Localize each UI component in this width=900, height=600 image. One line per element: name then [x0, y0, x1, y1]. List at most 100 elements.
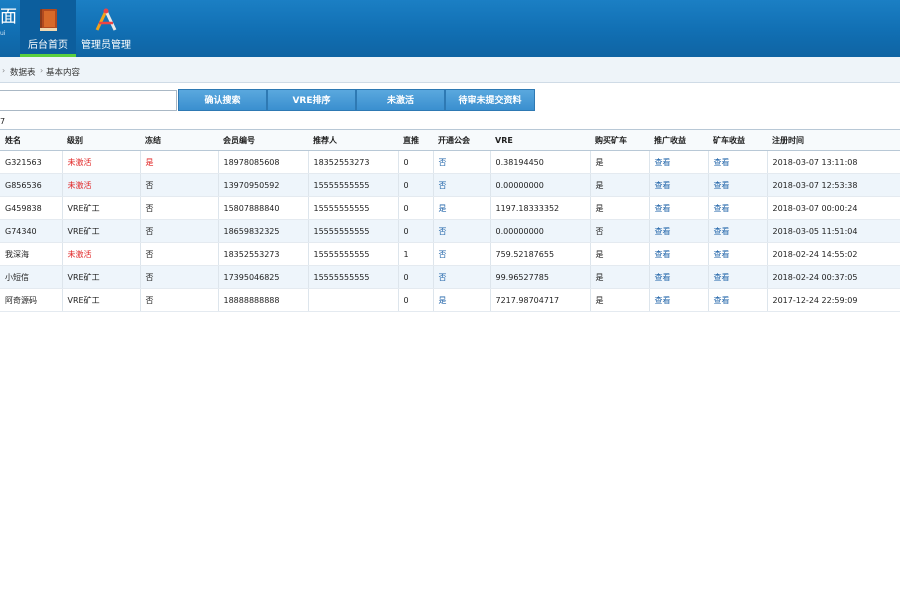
brand-title: 面 — [0, 7, 17, 27]
record-count: 7 — [0, 117, 6, 126]
cell-frozen: 否 — [140, 196, 219, 220]
cell-frozen: 否 — [140, 219, 219, 243]
cell-promo-income[interactable]: 查看 — [649, 242, 709, 266]
cell-name: G321563 — [0, 150, 63, 174]
col-header-buy-miner: 购买矿车 — [590, 129, 649, 151]
cell-reg-time: 2018-02-24 14:55:02 — [767, 242, 900, 266]
col-header-frozen: 冻结 — [140, 129, 218, 151]
pending-docs-button[interactable]: 待审未提交资料 — [445, 89, 535, 111]
members-table: 姓名 级别 冻结 会员编号 推荐人 直推 开通公会 VRE 购买矿车 推广收益 … — [0, 129, 900, 312]
breadcrumb-item-datatable[interactable]: 数据表 — [10, 66, 36, 78]
cell-level: VRE矿工 — [62, 219, 141, 243]
cell-promo-income[interactable]: 查看 — [649, 196, 709, 220]
inactive-filter-button[interactable]: 未激活 — [356, 89, 445, 111]
cell-promo-income[interactable]: 查看 — [649, 173, 709, 197]
col-header-referrer: 推荐人 — [308, 129, 398, 151]
cell-direct: 0 — [398, 196, 434, 220]
table-row: 小短信 VRE矿工否 17395046825 15555555555 0 否 99.9652… — [0, 265, 900, 289]
cell-level: 未激活 — [62, 150, 141, 174]
chevron-right-icon: › — [2, 66, 6, 75]
cell-miner-income[interactable]: 查看 — [708, 219, 768, 243]
cell-reg-time: 2018-03-05 11:51:04 — [767, 219, 900, 243]
vre-sort-button[interactable]: VRE排序 — [267, 89, 356, 111]
col-header-miner-income: 矿车收益 — [708, 129, 767, 151]
cell-miner-income[interactable]: 查看 — [708, 196, 768, 220]
cell-member-id: 18888888888 — [218, 288, 309, 312]
brand: 面 ui — [0, 6, 17, 37]
cell-direct: 0 — [398, 288, 434, 312]
col-header-promo-income: 推广收益 — [649, 129, 708, 151]
cell-vre: 99.96527785 — [490, 265, 591, 289]
cell-member-id: 15807888840 — [218, 196, 309, 220]
cell-name: G74340 — [0, 219, 63, 243]
cell-direct: 0 — [398, 219, 434, 243]
cell-frozen: 否 — [140, 173, 219, 197]
cell-frozen: 否 — [140, 288, 219, 312]
cell-direct: 0 — [398, 265, 434, 289]
cell-buy-miner: 是 — [590, 288, 650, 312]
nav-home-label: 后台首页 — [28, 40, 68, 51]
cell-buy-miner: 是 — [590, 150, 650, 174]
cell-buy-miner: 否 — [590, 219, 650, 243]
cell-frozen: 否 — [140, 265, 219, 289]
cell-referrer: 15555555555 — [308, 173, 399, 197]
col-header-member-id: 会员编号 — [218, 129, 308, 151]
table-row: G321563 未激活是 18978085608 18352553273 0 否 0.381… — [0, 150, 900, 174]
search-input[interactable] — [0, 90, 177, 111]
cell-level: VRE矿工 — [62, 196, 141, 220]
cell-member-id: 18978085608 — [218, 150, 309, 174]
table-row: G459838 VRE矿工否 15807888840 15555555555 0 是 119… — [0, 196, 900, 220]
col-header-vre: VRE — [490, 129, 590, 151]
nav-admin-label: 管理员管理 — [81, 40, 131, 51]
cell-vre: 0.00000000 — [490, 219, 591, 243]
cell-member-id: 17395046825 — [218, 265, 309, 289]
cell-promo-income[interactable]: 查看 — [649, 219, 709, 243]
cell-promo-income[interactable]: 查看 — [649, 150, 709, 174]
cell-miner-income[interactable]: 查看 — [708, 150, 768, 174]
cell-referrer: 15555555555 — [308, 196, 399, 220]
cell-level: VRE矿工 — [62, 288, 141, 312]
cell-promo-income[interactable]: 查看 — [649, 288, 709, 312]
cell-vre: 0.38194450 — [490, 150, 591, 174]
cell-direct: 0 — [398, 173, 434, 197]
cell-miner-income[interactable]: 查看 — [708, 288, 768, 312]
col-header-level: 级别 — [62, 129, 140, 151]
confirm-search-button[interactable]: 确认搜索 — [178, 89, 267, 111]
cell-guild[interactable]: 是 — [433, 288, 491, 312]
cell-frozen: 否 — [140, 242, 219, 266]
top-header: 面 ui 后台首页 管理员管理 — [0, 0, 900, 57]
cell-member-id: 18352553273 — [218, 242, 309, 266]
breadcrumb-item-basic-content[interactable]: 基本内容 — [46, 66, 80, 78]
cell-name: G459838 — [0, 196, 63, 220]
cell-reg-time: 2018-02-24 00:37:05 — [767, 265, 900, 289]
brand-subtitle: ui — [0, 30, 6, 37]
cell-name: 小短信 — [0, 265, 63, 289]
nav-admin-management[interactable]: 管理员管理 — [78, 0, 134, 57]
col-header-reg-time: 注册时间 — [767, 129, 900, 151]
cell-referrer: 15555555555 — [308, 242, 399, 266]
cell-vre: 7217.98704717 — [490, 288, 591, 312]
cell-vre: 759.52187655 — [490, 242, 591, 266]
cell-guild[interactable]: 否 — [433, 150, 491, 174]
cell-name: 我深海 — [0, 242, 63, 266]
cell-guild[interactable]: 否 — [433, 173, 491, 197]
cell-miner-income[interactable]: 查看 — [708, 242, 768, 266]
cell-member-id: 13970950592 — [218, 173, 309, 197]
breadcrumb: › 数据表 › 基本内容 — [0, 57, 900, 83]
cell-guild[interactable]: 是 — [433, 196, 491, 220]
nav-home[interactable]: 后台首页 — [20, 0, 76, 57]
cell-guild[interactable]: 否 — [433, 219, 491, 243]
col-header-guild: 开通公会 — [433, 129, 490, 151]
cell-reg-time: 2018-03-07 00:00:24 — [767, 196, 900, 220]
cell-guild[interactable]: 否 — [433, 265, 491, 289]
cell-promo-income[interactable]: 查看 — [649, 265, 709, 289]
cell-miner-income[interactable]: 查看 — [708, 265, 768, 289]
table-row: G856536 未激活否 13970950592 15555555555 0 否 0.000… — [0, 173, 900, 197]
cell-name: 阿奇源码 — [0, 288, 63, 312]
cell-guild[interactable]: 否 — [433, 242, 491, 266]
cell-referrer: 15555555555 — [308, 265, 399, 289]
cell-direct: 1 — [398, 242, 434, 266]
table-row: 阿奇源码 VRE矿工否 18888888888 0 是 7217.98704717 是查看查… — [0, 288, 900, 312]
cell-reg-time: 2018-03-07 13:11:08 — [767, 150, 900, 174]
cell-miner-income[interactable]: 查看 — [708, 173, 768, 197]
